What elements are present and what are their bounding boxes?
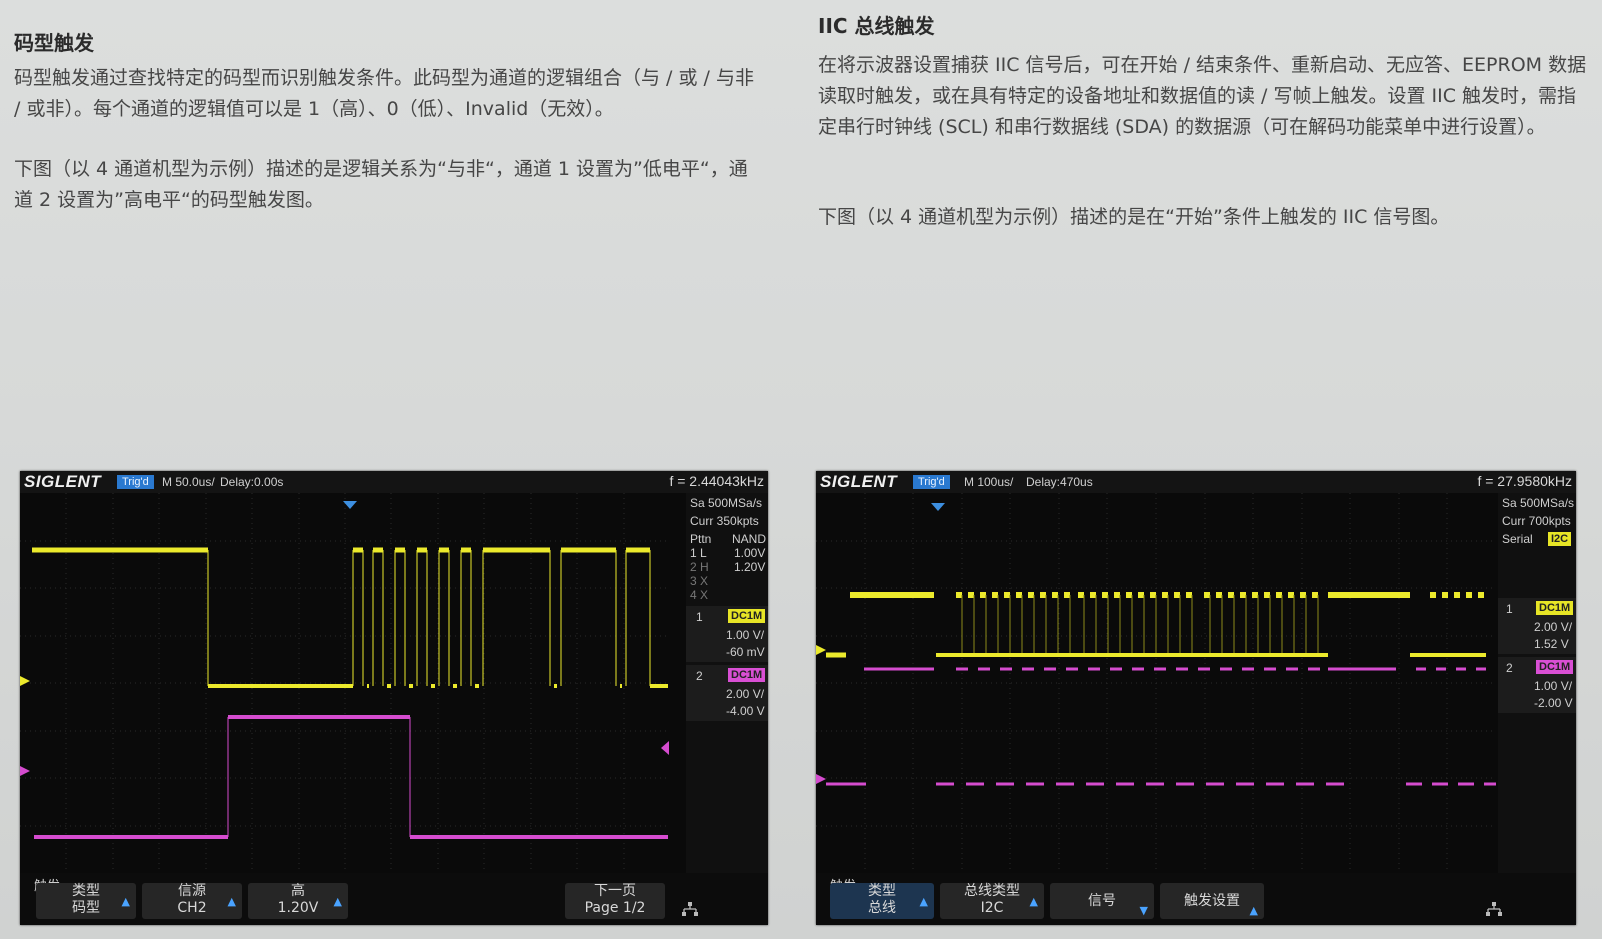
pattern-ch3: 3 X [690,574,709,588]
ch1-number: 1 [696,610,703,624]
memory-depth: Curr 350kpts [690,514,759,528]
memory-depth: Curr 700kpts [1502,514,1571,528]
status-bar: SIGLENT Trig'd M 100us/ Delay:470us f = … [816,471,1576,493]
section-heading: 码型触发 [14,31,94,55]
softkey-label: 触发设置 [1184,893,1240,909]
ch2-offset: -4.00 V [726,704,765,718]
pattern-ch1: 1 L [690,546,707,560]
sample-rate: Sa 500MSa/s [1502,496,1575,510]
softkey-value: Page 1/2 [584,900,646,916]
trigger-position-marker [343,501,357,509]
softkey-label: 下一页 [594,883,636,899]
brand-logo: SIGLENT [820,472,898,491]
description-paragraph: 在将示波器设置捕获 IIC 信号后，可在开始 / 结束条件、重新启动、无应答、E… [818,54,1587,138]
ch1-scale: 1.00 V/ [726,628,765,642]
sample-rate: Sa 500MSa/s [690,496,763,510]
softkey-label: 信号 [1088,893,1116,909]
ch1-settings-box[interactable]: 1 DC1M 1.00 V/ -60 mV [686,606,768,662]
trigger-position-marker [931,503,945,511]
serial-label: Serial [1502,532,1533,546]
pattern-ch1-level: 1.00V [734,546,766,560]
softkey-level[interactable]: 高 1.20V ▲ [248,883,348,919]
ch2-coupling: DC1M [1536,660,1574,674]
ch1-settings-box[interactable]: 1 DC1M 2.00 V/ 1.52 V [1498,598,1576,654]
delay-readout: Delay:0.00s [220,475,284,489]
ch2-settings-box[interactable]: 2 DC1M 2.00 V/ -4.00 V [686,665,768,721]
oscilloscope-screen-iic: SIGLENT Trig'd M 100us/ Delay:470us f = … [816,471,1576,925]
frequency-readout: f = 27.9580kHz [1477,473,1572,489]
arrow-up-icon: ▲ [121,895,130,908]
pattern-ch4: 4 X [690,588,709,602]
arrow-down-icon: ▼ [1139,904,1148,917]
ch2-settings-box[interactable]: 2 DC1M 1.00 V/ -2.00 V [1498,657,1576,713]
ch2-offset: -2.00 V [1534,696,1573,710]
ch2-ground-marker [816,774,826,784]
brand-logo: SIGLENT [24,472,102,491]
softkey-next-page[interactable]: 下一页 Page 1/2 [565,883,665,919]
softkey-label: 总线类型 [964,883,1020,899]
arrow-up-icon: ▲ [1249,904,1258,917]
description-paragraph: 码型触发通过查找特定的码型而识别触发条件。此码型为通道的逻辑组合（与 / 或 /… [14,67,754,120]
ch1-ground-marker [816,645,826,655]
network-icon [1486,902,1502,916]
ch1-offset: -60 mV [726,645,765,659]
ch2-ground-marker [20,766,30,776]
ch2-coupling: DC1M [728,668,766,682]
timebase-readout: M 100us/ [964,475,1014,489]
waveform-grid [20,493,670,873]
serial-protocol-badge: I2C [1548,532,1572,546]
ch2-scale: 1.00 V/ [1534,679,1573,693]
trigger-status-badge: Trig'd [117,475,154,489]
ch2-scale: 2.00 V/ [726,687,765,701]
pattern-ch2-level: 1.20V [734,560,766,574]
ch1-offset: 1.52 V [1534,637,1569,651]
ch1-ground-marker [20,676,30,686]
measurement-side-panel: Sa 500MSa/s Curr 700kpts Serial I2C 1 DC… [1498,493,1576,873]
ch1-coupling: DC1M [728,609,766,623]
softkey-trigger-setup[interactable]: 触发设置 ▲ [1160,883,1264,919]
trigger-level-marker [661,741,669,755]
pattern-label: Pttn [690,532,712,546]
pattern-logic: NAND [732,532,767,546]
softkey-menu-bar: 触发 类型 码型 ▲ 信源 CH2 ▲ 高 1.20V ▲ 下一页 Page 1… [20,873,768,925]
softkey-value: 总线 [868,900,896,916]
trigger-status-badge: Trig'd [913,475,950,489]
ch1-number: 1 [1506,602,1513,616]
softkey-source[interactable]: 信源 CH2 ▲ [142,883,242,919]
ch1-coupling: DC1M [1536,601,1574,615]
arrow-up-icon: ▲ [1029,895,1038,908]
arrow-up-icon: ▲ [333,895,342,908]
section-heading: IIC 总线触发 [818,14,935,38]
ch2-number: 2 [696,669,703,683]
figure-caption-paragraph: 下图（以 4 通道机型为示例）描述的是在“开始”条件上触发的 IIC 信号图。 [818,206,1450,228]
figure-caption-paragraph: 下图（以 4 通道机型为示例）描述的是逻辑关系为“与非“，通道 1 设置为”低电… [14,158,748,211]
softkey-label: 类型 [868,883,896,899]
pattern-ch2: 2 H [690,560,709,574]
oscilloscope-screen-pattern: SIGLENT Trig'd M 50.0us/ Delay:0.00s f =… [20,471,768,925]
measurement-side-panel: Sa 500MSa/s Curr 350kpts Pttn NAND 1 L 1… [686,493,768,873]
softkey-signal[interactable]: 信号 ▼ [1050,883,1154,919]
network-icon [682,902,698,916]
softkey-type[interactable]: 类型 码型 ▲ [36,883,136,919]
ch1-scale: 2.00 V/ [1534,620,1573,634]
softkey-type[interactable]: 类型 总线 ▲ [830,883,934,919]
ch2-number: 2 [1506,661,1513,675]
softkey-value: I2C [980,900,1004,916]
arrow-up-icon: ▲ [919,895,928,908]
softkey-bus-type[interactable]: 总线类型 I2C ▲ [940,883,1044,919]
arrow-up-icon: ▲ [227,895,236,908]
status-bar: SIGLENT Trig'd M 50.0us/ Delay:0.00s f =… [20,471,768,493]
delay-readout: Delay:470us [1026,475,1093,489]
softkey-menu-bar: 触发 类型 总线 ▲ 总线类型 I2C ▲ 信号 ▼ 触发设置 ▲ [816,873,1576,925]
timebase-readout: M 50.0us/ [162,475,215,489]
frequency-readout: f = 2.44043kHz [669,473,764,489]
waveform-grid [816,493,1496,873]
